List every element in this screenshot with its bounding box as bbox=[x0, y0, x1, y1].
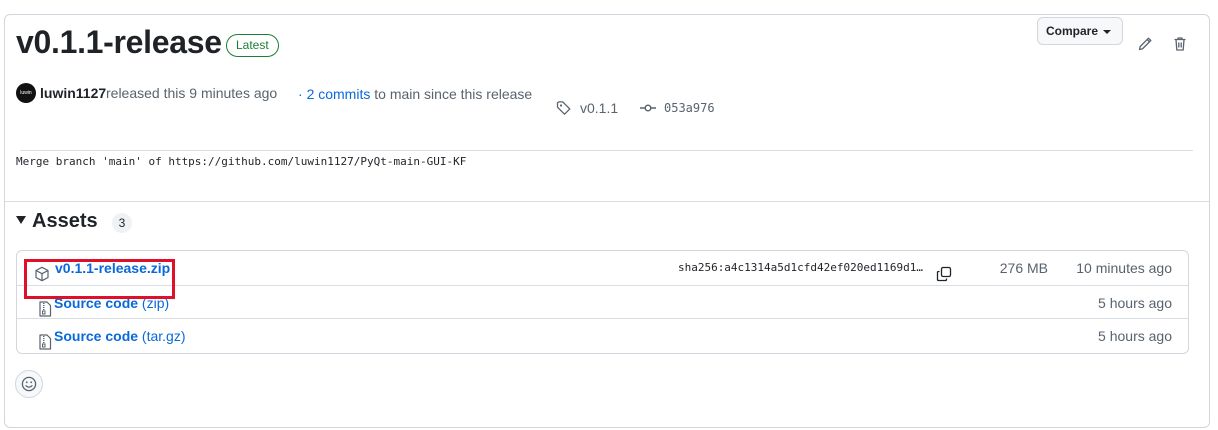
released-text: released this 9 minutes ago bbox=[106, 85, 278, 101]
file-zip-icon bbox=[38, 328, 52, 362]
chevron-down-icon bbox=[1103, 30, 1111, 34]
asset-row: v0.1.1-release.zip sha256:a4c1314a5d1cfd… bbox=[17, 251, 1188, 285]
author-link[interactable]: luwin1127 bbox=[40, 83, 106, 103]
commits-info: · 2 commits to main since this release bbox=[298, 84, 532, 104]
assets-heading: Assets bbox=[32, 210, 98, 232]
asset-link[interactable]: v0.1.1-release.zip bbox=[55, 251, 170, 285]
release-card bbox=[4, 14, 1210, 428]
avatar[interactable]: luwin bbox=[16, 83, 36, 103]
commits-dot: · bbox=[298, 86, 303, 102]
divider bbox=[5, 201, 1209, 202]
asset-size: 276 MB bbox=[999, 260, 1048, 276]
trash-icon[interactable] bbox=[1172, 36, 1188, 57]
tag-link[interactable]: v0.1.1 bbox=[580, 98, 618, 118]
pencil-icon[interactable] bbox=[1137, 36, 1153, 57]
asset-date: 10 minutes ago bbox=[1076, 260, 1172, 276]
release-title[interactable]: v0.1.1-release bbox=[16, 22, 222, 62]
commit-link[interactable]: 053a976 bbox=[664, 98, 715, 118]
asset-format: (zip) bbox=[141, 295, 170, 311]
asset-row: Source code (zip) 5 hours ago bbox=[17, 285, 1188, 319]
divider bbox=[20, 150, 1193, 151]
triangle-down-icon bbox=[16, 215, 26, 224]
tag-icon bbox=[556, 100, 572, 121]
commits-link[interactable]: 2 commits bbox=[307, 86, 371, 102]
source-code-zip-link[interactable]: Source code (zip) bbox=[54, 286, 169, 320]
release-notes: Merge branch 'main' of https://github.co… bbox=[16, 155, 467, 168]
commits-suffix: to main since this release bbox=[374, 86, 533, 102]
asset-name: Source code bbox=[54, 295, 139, 311]
assets-toggle[interactable]: Assets bbox=[16, 209, 98, 233]
compare-label: Compare bbox=[1046, 24, 1099, 38]
asset-date: 5 hours ago bbox=[1098, 328, 1172, 344]
compare-button[interactable]: Compare bbox=[1037, 17, 1123, 45]
smiley-icon bbox=[21, 376, 37, 397]
git-commit-icon bbox=[640, 100, 656, 121]
asset-date: 5 hours ago bbox=[1098, 295, 1172, 311]
asset-row: Source code (tar.gz) 5 hours ago bbox=[17, 318, 1188, 352]
assets-count: 3 bbox=[112, 213, 132, 233]
sha-value: sha256:a4c1314a5d1cfd42ef020ed1169d1… bbox=[677, 261, 923, 274]
asset-name: Source code bbox=[54, 328, 139, 344]
asset-format: (tar.gz) bbox=[141, 328, 186, 344]
latest-badge: Latest bbox=[226, 34, 279, 57]
asset-list: v0.1.1-release.zip sha256:a4c1314a5d1cfd… bbox=[16, 250, 1189, 354]
source-code-targz-link[interactable]: Source code (tar.gz) bbox=[54, 319, 186, 353]
reaction-button[interactable] bbox=[15, 370, 43, 398]
